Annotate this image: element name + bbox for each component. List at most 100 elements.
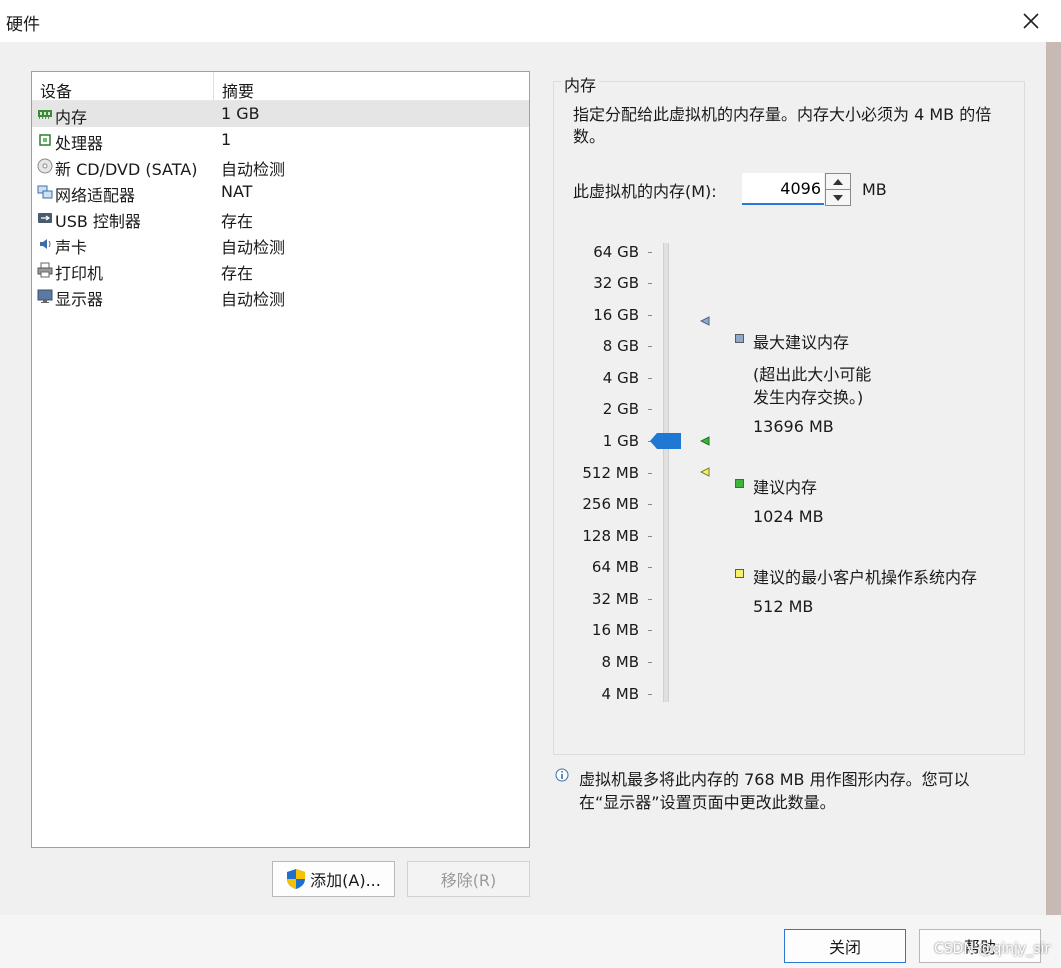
min-guest-os-title: 建议的最小客户机操作系统内存 bbox=[753, 568, 978, 587]
scale-tick bbox=[648, 473, 652, 474]
scale-tick bbox=[648, 504, 652, 505]
column-device-header[interactable]: 设备 bbox=[40, 78, 72, 102]
scale-tick bbox=[648, 662, 652, 663]
scale-tick bbox=[648, 315, 652, 316]
scale-label: 64 GB bbox=[593, 243, 639, 261]
scale-label: 4 MB bbox=[601, 685, 639, 703]
remove-device-button[interactable]: 移除(R) bbox=[407, 861, 530, 897]
device-name: USB 控制器 bbox=[55, 212, 141, 231]
device-row-usb-controller[interactable]: USB 控制器 存在 bbox=[32, 205, 529, 231]
window-title: 硬件 bbox=[6, 15, 40, 35]
display-icon bbox=[37, 289, 53, 303]
device-row-memory[interactable]: 内存 1 GB bbox=[32, 101, 529, 127]
scale-tick bbox=[648, 630, 652, 631]
add-button-label: 添加(A)... bbox=[310, 871, 381, 890]
device-summary: 1 GB bbox=[221, 104, 260, 123]
close-window-button[interactable] bbox=[1016, 6, 1046, 36]
memory-unit-label: MB bbox=[862, 180, 887, 199]
scale-tick bbox=[648, 346, 652, 347]
min-guest-os-legend-swatch bbox=[735, 569, 744, 578]
min-guest-os-marker bbox=[700, 467, 710, 477]
device-summary: NAT bbox=[221, 182, 253, 201]
column-divider[interactable] bbox=[213, 72, 214, 100]
device-name: 处理器 bbox=[55, 134, 104, 153]
chevron-up-icon bbox=[833, 178, 843, 185]
remove-button-label: 移除(R) bbox=[440, 871, 497, 890]
processor-icon bbox=[39, 134, 51, 146]
max-recommended-marker bbox=[700, 316, 710, 326]
info-icon bbox=[555, 768, 569, 782]
max-recommended-title: 最大建议内存 bbox=[753, 333, 850, 352]
device-row-cd-dvd[interactable]: 新 CD/DVD (SATA) 自动检测 bbox=[32, 153, 529, 179]
scale-tick bbox=[648, 599, 652, 600]
printer-icon bbox=[37, 262, 53, 278]
scale-label: 128 MB bbox=[582, 527, 639, 545]
memory-group-title: 内存 bbox=[561, 72, 600, 96]
scale-label: 8 GB bbox=[602, 337, 639, 355]
title-bar: 硬件 bbox=[0, 0, 1061, 42]
device-summary: 自动检测 bbox=[221, 290, 286, 309]
scale-label: 64 MB bbox=[591, 558, 639, 576]
memory-slider-thumb[interactable] bbox=[650, 433, 681, 449]
close-icon bbox=[1023, 13, 1039, 29]
max-recommended-note: 发生内存交换。) bbox=[753, 388, 864, 407]
uac-shield-icon bbox=[287, 869, 306, 889]
scale-label: 8 MB bbox=[601, 653, 639, 671]
scale-label: 32 GB bbox=[593, 274, 639, 292]
scale-label: 512 MB bbox=[582, 464, 639, 482]
recommended-marker bbox=[700, 436, 710, 446]
min-guest-os-value: 512 MB bbox=[753, 597, 814, 616]
scale-label: 16 MB bbox=[591, 621, 639, 639]
device-row-network-adapter[interactable]: 网络适配器 NAT bbox=[32, 179, 529, 205]
device-summary: 存在 bbox=[221, 212, 254, 231]
close-button[interactable]: 关闭 bbox=[784, 929, 906, 963]
graphics-memory-info: 虚拟机最多将此内存的 768 MB 用作图形内存。您可以 在“显示器”设置页面中… bbox=[579, 768, 1029, 814]
usb-icon bbox=[38, 213, 52, 223]
scale-tick bbox=[648, 536, 652, 537]
device-name: 新 CD/DVD (SATA) bbox=[55, 160, 198, 179]
device-name: 声卡 bbox=[55, 238, 88, 257]
device-summary: 自动检测 bbox=[221, 160, 286, 179]
scale-label: 32 MB bbox=[591, 590, 639, 608]
max-recommended-note: (超出此大小可能 bbox=[753, 365, 872, 384]
csdn-watermark: CSDN @qinjy_sir bbox=[934, 941, 1051, 957]
max-recommended-value: 13696 MB bbox=[753, 417, 834, 436]
memory-field-label: 此虚拟机的内存(M): bbox=[573, 182, 717, 201]
memory-slider-track[interactable] bbox=[663, 243, 669, 702]
spin-down-button[interactable] bbox=[826, 190, 850, 205]
scale-label: 16 GB bbox=[593, 306, 639, 324]
device-row-printer[interactable]: 打印机 存在 bbox=[32, 257, 529, 283]
device-summary: 1 bbox=[221, 130, 232, 149]
max-recommended-legend-swatch bbox=[735, 334, 744, 343]
recommended-title: 建议内存 bbox=[753, 478, 818, 497]
device-summary: 自动检测 bbox=[221, 238, 286, 257]
recommended-legend-swatch bbox=[735, 479, 744, 488]
memory-description: 指定分配给此虚拟机的内存量。内存大小必须为 4 MB 的倍数。 bbox=[573, 105, 992, 146]
sound-card-icon bbox=[40, 239, 51, 249]
scale-tick bbox=[648, 378, 652, 379]
scale-label: 2 GB bbox=[602, 400, 639, 418]
device-name: 网络适配器 bbox=[55, 186, 136, 205]
info-line: 虚拟机最多将此内存的 768 MB 用作图形内存。您可以 bbox=[579, 770, 970, 789]
cd-dvd-icon bbox=[37, 158, 53, 174]
scale-tick bbox=[648, 567, 652, 568]
scale-label: 256 MB bbox=[582, 495, 639, 513]
device-list-header: 设备 摘要 bbox=[32, 72, 529, 101]
recommended-value: 1024 MB bbox=[753, 507, 824, 526]
network-adapter-icon bbox=[37, 185, 53, 199]
memory-spinner[interactable] bbox=[825, 173, 851, 206]
scale-tick bbox=[648, 409, 652, 410]
add-device-button[interactable]: 添加(A)... bbox=[272, 861, 395, 897]
spin-up-button[interactable] bbox=[826, 174, 850, 190]
info-line: 在“显示器”设置页面中更改此数量。 bbox=[579, 793, 836, 812]
memory-size-input[interactable] bbox=[742, 173, 824, 205]
device-row-sound-card[interactable]: 声卡 自动检测 bbox=[32, 231, 529, 257]
device-row-display[interactable]: 显示器 自动检测 bbox=[32, 283, 529, 309]
memory-icon bbox=[38, 110, 52, 119]
scale-label: 4 GB bbox=[602, 369, 639, 387]
device-row-processor[interactable]: 处理器 1 bbox=[32, 127, 529, 153]
scale-label: 1 GB bbox=[602, 432, 639, 450]
background-strip bbox=[1046, 42, 1061, 968]
column-summary-header[interactable]: 摘要 bbox=[222, 78, 254, 102]
device-list[interactable]: 设备 摘要 内存 1 GB 处理器 1 新 CD/DVD (SATA) 自动检测 bbox=[31, 71, 530, 848]
